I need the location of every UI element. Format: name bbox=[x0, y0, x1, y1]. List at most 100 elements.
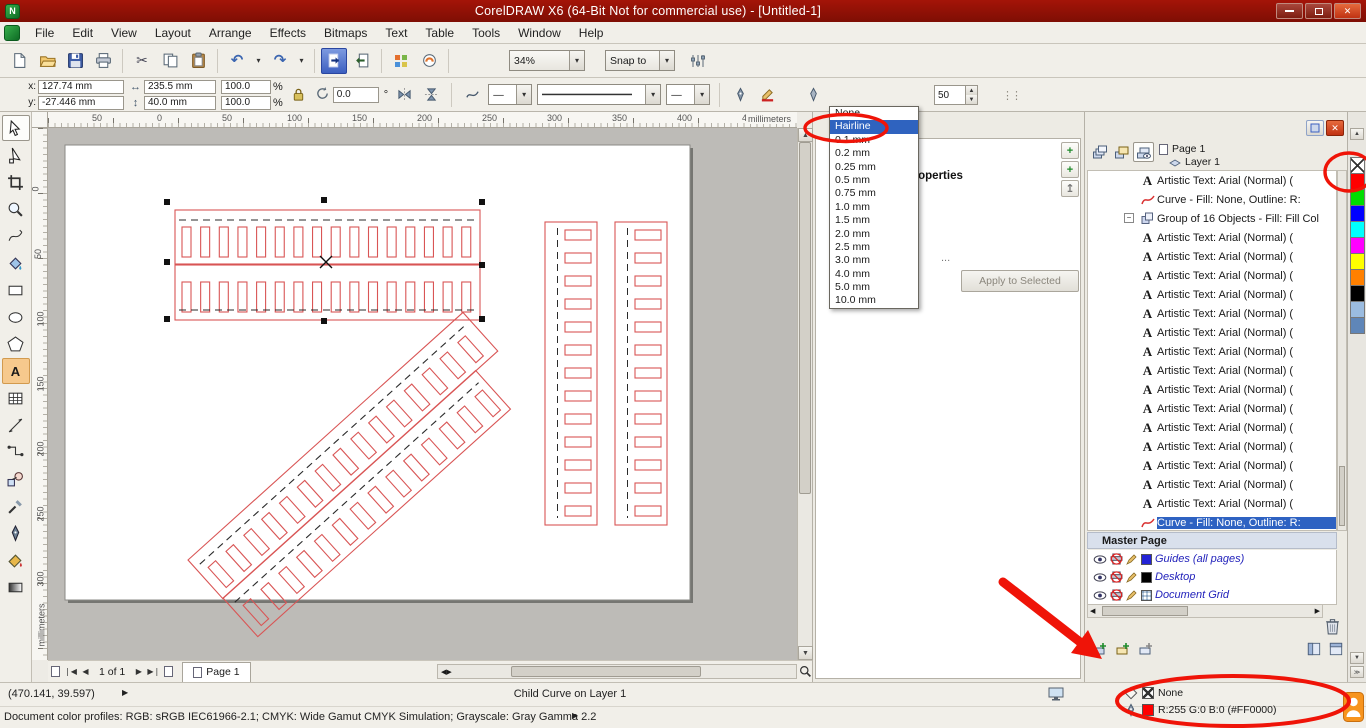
printable-icon[interactable] bbox=[1110, 589, 1123, 601]
menu-help[interactable]: Help bbox=[570, 23, 613, 43]
x-position-field[interactable]: 127.74 mm bbox=[38, 79, 124, 94]
minimize-button[interactable] bbox=[1276, 3, 1303, 19]
dropdown-item-4.0-mm[interactable]: 4.0 mm bbox=[830, 268, 918, 281]
dropdown-item-5.0-mm[interactable]: 5.0 mm bbox=[830, 281, 918, 294]
corner-value-stepper[interactable]: ▲ ▼ bbox=[966, 85, 978, 105]
height-field[interactable]: 40.0 mm bbox=[144, 95, 216, 110]
dropdown-item-0.25-mm[interactable]: 0.25 mm bbox=[830, 161, 918, 174]
eyedropper-tool[interactable] bbox=[2, 493, 30, 519]
convert-to-curves-button[interactable] bbox=[461, 84, 483, 105]
scroll-right-icon[interactable]: ▶ bbox=[1315, 607, 1322, 615]
outline-style-dropdown[interactable]: ▾ bbox=[537, 84, 662, 105]
import-button[interactable] bbox=[321, 47, 347, 74]
scale-x-field[interactable]: 100.0 bbox=[221, 79, 271, 94]
menu-edit[interactable]: Edit bbox=[63, 23, 102, 43]
object-list-scrollbar[interactable] bbox=[1337, 170, 1347, 531]
object-row-text[interactable]: A Artistic Text: Arial (Normal) ( bbox=[1088, 399, 1336, 418]
swatch-ff0000[interactable] bbox=[1350, 173, 1365, 190]
connector-tool[interactable] bbox=[2, 439, 30, 465]
fill-status-row[interactable]: None bbox=[1124, 684, 1342, 701]
smart-fill-tool[interactable] bbox=[2, 250, 30, 276]
swatch-00dd00[interactable] bbox=[1350, 189, 1365, 206]
close-button[interactable]: ✕ bbox=[1334, 3, 1361, 19]
swatch-none[interactable] bbox=[1350, 157, 1365, 174]
menu-file[interactable]: File bbox=[26, 23, 63, 43]
restore-button[interactable] bbox=[1305, 3, 1332, 19]
master-layer-row[interactable]: Guides (all pages) bbox=[1088, 550, 1336, 568]
scroll-left-icon[interactable]: ◀ bbox=[438, 668, 446, 676]
undo-button[interactable]: ↶ bbox=[224, 48, 250, 74]
swatch-9bbce0[interactable] bbox=[1350, 301, 1365, 318]
show-object-properties-button[interactable] bbox=[1089, 142, 1110, 162]
polygon-tool[interactable] bbox=[2, 331, 30, 357]
scroll-right-icon[interactable]: ▶ bbox=[446, 668, 454, 676]
snap-to-dropdown[interactable]: Snap to ▾ bbox=[605, 50, 675, 71]
swatch-ff00ff[interactable] bbox=[1350, 237, 1365, 254]
object-row-text[interactable]: A Artistic Text: Arial (Normal) ( bbox=[1088, 418, 1336, 437]
menu-tools[interactable]: Tools bbox=[463, 23, 509, 43]
app-launcher-button[interactable] bbox=[388, 48, 414, 74]
new-button[interactable] bbox=[6, 48, 32, 74]
object-row-text[interactable]: A Artistic Text: Arial (Normal) ( bbox=[1088, 361, 1336, 380]
delete-object-button[interactable] bbox=[1325, 618, 1340, 638]
layer-manager-view-button[interactable] bbox=[1133, 142, 1154, 162]
dropdown-item-1.5-mm[interactable]: 1.5 mm bbox=[830, 214, 918, 227]
drawing-canvas[interactable] bbox=[48, 128, 797, 660]
export-button[interactable] bbox=[349, 48, 375, 74]
outline-pen-dialog-button[interactable] bbox=[729, 84, 751, 105]
object-row-text[interactable]: A Artistic Text: Arial (Normal) ( bbox=[1088, 323, 1336, 342]
dropdown-item-0.5-mm[interactable]: 0.5 mm bbox=[830, 174, 918, 187]
menu-table[interactable]: Table bbox=[416, 23, 463, 43]
minimize-docker-button[interactable] bbox=[1306, 120, 1324, 136]
crop-tool[interactable] bbox=[2, 169, 30, 195]
add-property-button[interactable]: + bbox=[1061, 142, 1079, 159]
swatch-5f86b8[interactable] bbox=[1350, 317, 1365, 334]
add-property-button[interactable]: + bbox=[1061, 161, 1079, 178]
object-row-text[interactable]: A Artistic Text: Arial (Normal) ( bbox=[1088, 437, 1336, 456]
object-row-text[interactable]: A Artistic Text: Arial (Normal) ( bbox=[1088, 171, 1336, 190]
swatch-0000ff[interactable] bbox=[1350, 205, 1365, 222]
shape-tool[interactable] bbox=[2, 142, 30, 168]
outline-status-row[interactable]: R:255 G:0 B:0 (#FF0000) bbox=[1124, 701, 1342, 718]
interactive-fill-tool[interactable] bbox=[2, 574, 30, 600]
width-field[interactable]: 235.5 mm bbox=[144, 79, 216, 94]
mirror-vertical-button[interactable] bbox=[420, 84, 442, 105]
printable-icon[interactable] bbox=[1110, 553, 1123, 565]
apply-to-selected-button[interactable]: Apply to Selected bbox=[961, 270, 1079, 292]
master-layer-row[interactable]: Desktop bbox=[1088, 568, 1336, 586]
redo-dropdown[interactable]: ▾ bbox=[295, 48, 308, 74]
zoom-level-combo[interactable]: 34% ▾ bbox=[509, 50, 585, 71]
horizontal-scroll-thumb[interactable] bbox=[511, 666, 701, 677]
visibility-eye-icon[interactable] bbox=[1093, 554, 1107, 565]
dimension-tool[interactable] bbox=[2, 412, 30, 438]
object-row-text[interactable]: A Artistic Text: Arial (Normal) ( bbox=[1088, 285, 1336, 304]
printable-icon[interactable] bbox=[1110, 571, 1123, 583]
dropdown-item-10.0-mm[interactable]: 10.0 mm bbox=[830, 294, 918, 307]
visibility-eye-icon[interactable] bbox=[1093, 572, 1107, 583]
dropdown-item-2.0-mm[interactable]: 2.0 mm bbox=[830, 228, 918, 241]
menu-text[interactable]: Text bbox=[376, 23, 416, 43]
ruler-origin-corner[interactable] bbox=[32, 112, 48, 128]
object-row-text[interactable]: A Artistic Text: Arial (Normal) ( bbox=[1088, 494, 1336, 513]
collapse-icon[interactable]: − bbox=[1124, 213, 1134, 223]
ellipse-tool[interactable] bbox=[2, 304, 30, 330]
object-row-text[interactable]: A Artistic Text: Arial (Normal) ( bbox=[1088, 456, 1336, 475]
scale-y-field[interactable]: 100.0 bbox=[221, 95, 271, 110]
editable-pencil-icon[interactable] bbox=[1126, 553, 1138, 565]
next-page-button[interactable]: ▶ bbox=[131, 663, 146, 681]
master-layer-row[interactable]: Document Grid bbox=[1088, 586, 1336, 604]
new-layer-button[interactable] bbox=[1089, 639, 1110, 659]
swatch-ff8000[interactable] bbox=[1350, 269, 1365, 286]
zoom-page-icon[interactable] bbox=[798, 663, 813, 681]
membership-user-icon[interactable] bbox=[1343, 692, 1364, 725]
canvas-vertical-scrollbar[interactable]: ▲ ▼ bbox=[797, 128, 813, 660]
editable-pencil-icon[interactable] bbox=[1126, 571, 1138, 583]
scroll-down-icon[interactable]: ▼ bbox=[798, 646, 813, 660]
canvas-horizontal-scrollbar[interactable]: ◀ ▶ bbox=[437, 664, 797, 679]
outline-pen-tool[interactable] bbox=[2, 520, 30, 546]
menu-layout[interactable]: Layout bbox=[146, 23, 200, 43]
fill-tool[interactable] bbox=[2, 547, 30, 573]
previous-page-button[interactable]: ◀ bbox=[78, 663, 93, 681]
editable-pencil-icon[interactable] bbox=[1126, 589, 1138, 601]
blend-tool[interactable] bbox=[2, 466, 30, 492]
